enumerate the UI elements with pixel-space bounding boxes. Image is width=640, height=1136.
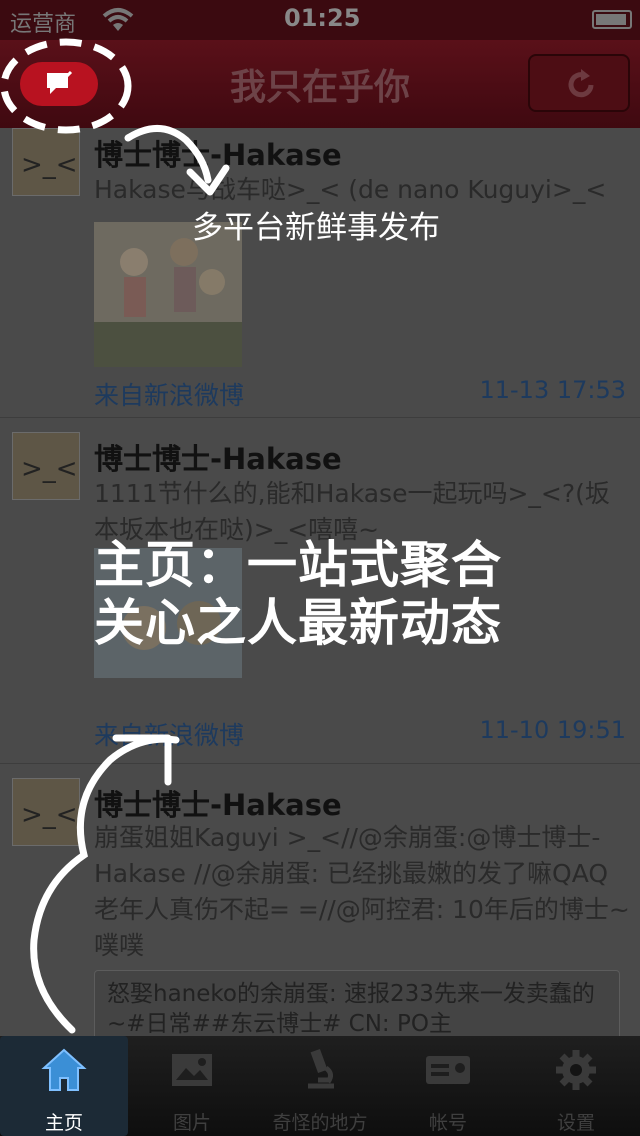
timeline-post[interactable]: >_< 博士博士-Hakase Hakase与战车哒>_< (de nano K…	[0, 128, 640, 418]
post-author[interactable]: 博士博士-Hakase	[94, 782, 342, 824]
refresh-button[interactable]	[528, 54, 630, 112]
post-time: 11-13 17:53	[479, 376, 626, 404]
avatar[interactable]: >_<	[12, 432, 80, 500]
tab-photos[interactable]: 图片	[128, 1036, 256, 1136]
tab-bar: 主页 图片 奇怪的地方 帐号 设置	[0, 1036, 640, 1136]
avatar[interactable]: >_<	[12, 778, 80, 846]
tab-label: 帐号	[428, 1112, 467, 1134]
post-text: 崩蛋姐姐Kaguyi >_<//@余崩蛋:@博士博士-Hakase //@余崩蛋…	[94, 823, 630, 960]
post-author[interactable]: 博士博士-Hakase	[94, 132, 342, 174]
hint-home: 主页：一站式聚合 关心之人最新动态	[94, 536, 502, 652]
timeline-post[interactable]: >_< 博士博士-Hakase 崩蛋姐姐Kaguyi >_<//@余崩蛋:@博士…	[0, 764, 640, 1036]
avatar[interactable]: >_<	[12, 128, 80, 196]
post-source-link[interactable]: 来自新浪微博	[94, 376, 244, 412]
tab-settings[interactable]: 设置	[512, 1036, 640, 1136]
refresh-icon	[568, 69, 594, 98]
svg-text:>_<: >_<	[21, 454, 78, 484]
tab-strange-places[interactable]: 奇怪的地方	[256, 1036, 384, 1136]
tab-home[interactable]: 主页	[0, 1036, 128, 1136]
microscope-icon	[308, 1048, 334, 1089]
tab-label: 奇怪的地方	[272, 1112, 368, 1134]
svg-text:>_<: >_<	[21, 800, 78, 830]
tab-label: 图片	[172, 1112, 211, 1134]
nav-bar: 我只在乎你	[0, 40, 640, 128]
svg-text:>_<: >_<	[21, 150, 78, 180]
tab-label: 主页	[44, 1112, 83, 1134]
tab-accounts[interactable]: 帐号	[384, 1036, 512, 1136]
battery-icon	[592, 10, 632, 29]
id-card-icon	[426, 1056, 470, 1084]
post-source-link[interactable]: 来自新浪微博	[94, 716, 244, 752]
home-icon	[41, 1048, 87, 1091]
quoted-post[interactable]: 怒娶haneko的余崩蛋: 速报233先来一发卖蠢的~#日常##东云博士# CN…	[94, 970, 620, 1036]
hint-home-line1: 主页：一站式聚合	[94, 536, 502, 594]
post-time: 11-10 19:51	[479, 716, 626, 744]
clock: 01:25	[284, 4, 361, 32]
post-author[interactable]: 博士博士-Hakase	[94, 436, 342, 478]
tab-label: 设置	[556, 1112, 595, 1134]
carrier-label: 运营商	[10, 12, 77, 37]
hint-compose: 多平台新鲜事发布	[192, 210, 440, 246]
photo-icon	[172, 1054, 212, 1086]
wifi-icon	[102, 8, 134, 31]
hint-home-line2: 关心之人最新动态	[94, 594, 502, 652]
gear-icon	[556, 1050, 596, 1090]
status-bar: 运营商 01:25	[0, 0, 640, 40]
